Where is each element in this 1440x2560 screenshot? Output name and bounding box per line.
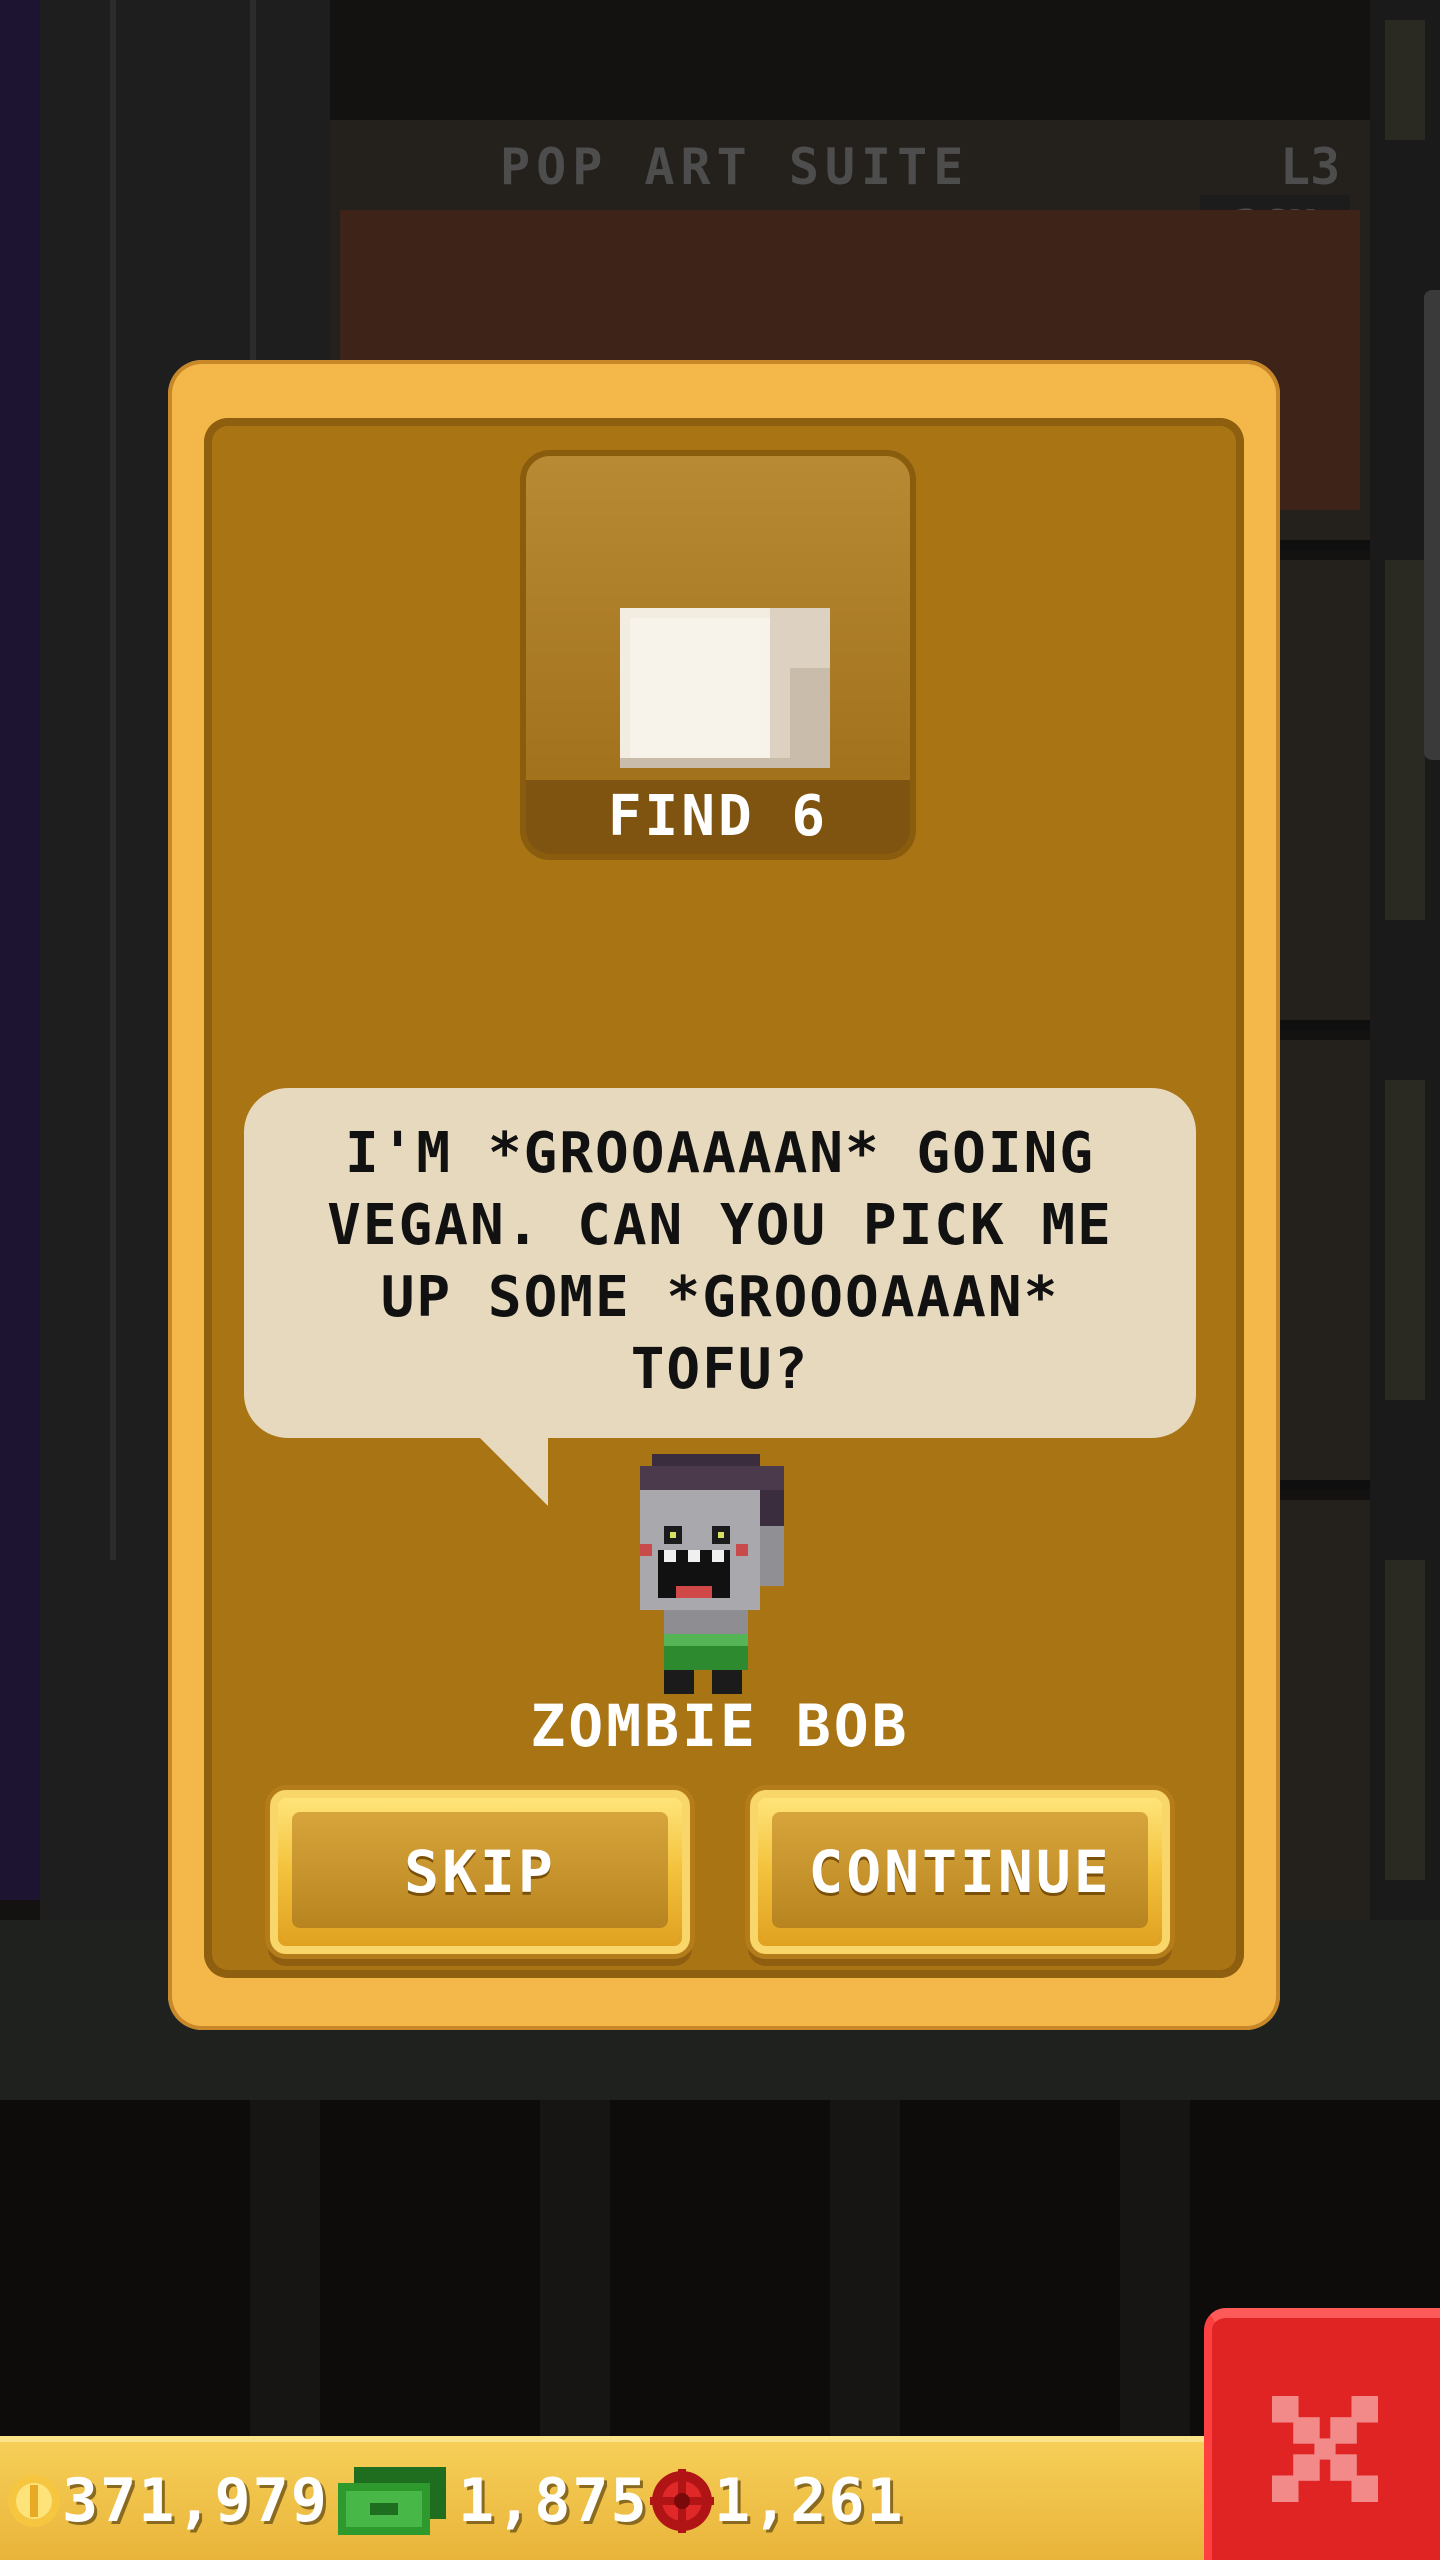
close-button[interactable] bbox=[1204, 2308, 1440, 2560]
speech-bubble-tail bbox=[478, 1436, 548, 1506]
continue-button-label: CONTINUE bbox=[808, 1838, 1112, 1906]
left-wall bbox=[0, 0, 40, 1900]
wall-slot bbox=[1385, 20, 1425, 140]
character-name: ZOMBIE BOB bbox=[530, 1692, 910, 1760]
basement-pillar bbox=[540, 2100, 610, 2440]
wall-slot bbox=[1385, 1560, 1425, 1880]
bux-counter[interactable]: 1,875 bbox=[338, 2442, 649, 2560]
coin-icon bbox=[8, 2475, 60, 2527]
bux-icon bbox=[338, 2467, 446, 2535]
red-gear-icon bbox=[650, 2469, 714, 2533]
points-counter[interactable]: 1,261 bbox=[650, 2442, 905, 2560]
coins-value: 371,979 bbox=[62, 2466, 329, 2536]
item-requirement: FIND 6 bbox=[526, 780, 910, 854]
skip-button-label: SKIP bbox=[404, 1838, 556, 1906]
basement-pillar bbox=[830, 2100, 900, 2440]
basement-pillar bbox=[250, 2100, 320, 2440]
bux-value: 1,875 bbox=[458, 2466, 649, 2536]
continue-button[interactable]: CONTINUE bbox=[750, 1790, 1170, 1954]
zombie-bob-avatar bbox=[640, 1454, 784, 1694]
tofu-icon bbox=[620, 608, 830, 768]
wall-slot bbox=[1385, 1080, 1425, 1400]
basement-pillar bbox=[1120, 2100, 1190, 2440]
floor-label: POP ART SUITE bbox=[500, 138, 970, 196]
scroll-handle[interactable] bbox=[1424, 290, 1440, 760]
speech-text: I'M *GROOAAAAN* GOING VEGAN. CAN YOU PIC… bbox=[327, 1121, 1113, 1402]
mission-item-card: FIND 6 bbox=[520, 450, 916, 860]
speech-bubble: I'M *GROOAAAAN* GOING VEGAN. CAN YOU PIC… bbox=[244, 1088, 1196, 1438]
close-icon bbox=[1272, 2396, 1378, 2502]
skip-button[interactable]: SKIP bbox=[270, 1790, 690, 1954]
floor-level: L3 bbox=[1280, 138, 1341, 196]
currency-bar: 371,979 1,875 1,261 bbox=[0, 2436, 1230, 2560]
points-value: 1,261 bbox=[714, 2466, 905, 2536]
shaft-rail bbox=[110, 0, 116, 1560]
coins-counter[interactable]: 371,979 bbox=[6, 2442, 329, 2560]
wall-slot bbox=[1385, 560, 1425, 920]
